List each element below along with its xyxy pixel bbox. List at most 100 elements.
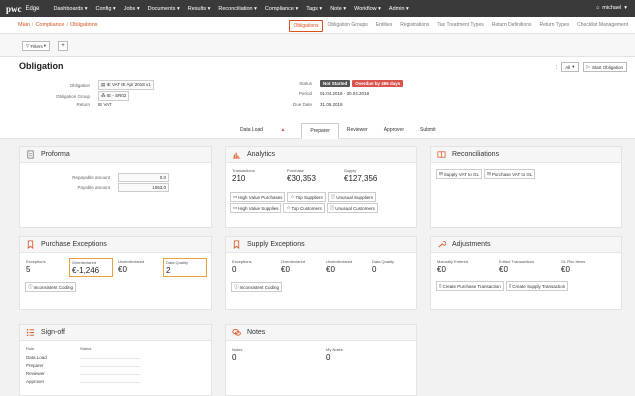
org-chart-icon[interactable]: ⫶ bbox=[556, 65, 557, 70]
create-purchase-transaction-button[interactable]: ▯ Create Purchase Transaction bbox=[436, 281, 504, 291]
breadcrumb-compliance[interactable]: Compliance bbox=[35, 22, 64, 28]
tab-data-load[interactable]: Data Load ▲ bbox=[224, 123, 301, 138]
purchase-overdeclared-stat[interactable]: Overdeclared €-1,246 bbox=[69, 258, 113, 277]
gl-rec-items-stat: GL Rec Items €0 bbox=[561, 259, 586, 274]
alert-icon: ⓘ bbox=[234, 284, 239, 289]
notes-stat[interactable]: Notes 0 bbox=[232, 347, 242, 362]
user-menu[interactable]: ⌂ michael ▾ bbox=[596, 5, 627, 11]
pwc-logo: pwc bbox=[6, 3, 22, 14]
play-icon: ▷ bbox=[586, 64, 590, 69]
signoff-role: Reviewer bbox=[26, 371, 45, 376]
create-supply-transaction-button[interactable]: ▯ Create Supply Transaction bbox=[505, 281, 569, 291]
subtab-return-types[interactable]: Return Types bbox=[536, 20, 572, 32]
analytics-title: Analytics bbox=[247, 151, 276, 158]
subtab-return-definitions[interactable]: Return Definitions bbox=[489, 20, 535, 32]
subtab-checklist-management[interactable]: Checklist Management bbox=[574, 20, 631, 32]
add-filter-button[interactable]: + bbox=[58, 41, 68, 51]
nav-config[interactable]: Config ▾ bbox=[95, 6, 115, 12]
repayable-input[interactable]: 0.0 bbox=[118, 173, 169, 182]
high-value-purchases-button[interactable]: ▭ High Value Purchases bbox=[230, 192, 286, 202]
nav-admin[interactable]: Admin ▾ bbox=[389, 6, 409, 12]
signoff-role: Preparer bbox=[26, 363, 44, 368]
nav-jobs[interactable]: Jobs ▾ bbox=[124, 6, 140, 12]
tab-approver[interactable]: Approver bbox=[376, 123, 412, 138]
subtab-tax-treatment-types[interactable]: Tax Treatment Types bbox=[434, 20, 486, 32]
analytics-card: Analytics Transactions 210 Purchase €30,35… bbox=[225, 146, 417, 228]
top-navbar: pwc Edge Dashboards ▾ Config ▾ Jobs ▾ Do… bbox=[0, 0, 635, 17]
unusual-suppliers-button[interactable]: ⓘ Unusual Suppliers bbox=[327, 192, 376, 202]
nav-dashboards[interactable]: Dashboards ▾ bbox=[54, 6, 88, 12]
subtab-entities[interactable]: Entities bbox=[373, 20, 395, 32]
due-date-field: Due Date 31.05.2018 bbox=[292, 102, 343, 107]
tab-preparer[interactable]: Preparer bbox=[301, 123, 339, 139]
notes-title: Notes bbox=[247, 329, 266, 336]
alert-icon: ⓘ bbox=[28, 284, 33, 289]
payable-input[interactable]: 1063.0 bbox=[118, 183, 169, 192]
nav-documents[interactable]: Documents ▾ bbox=[148, 6, 180, 12]
purchase-exceptions-header: Purchase Exceptions bbox=[20, 237, 211, 253]
all-dropdown[interactable]: All ▾ bbox=[561, 62, 579, 72]
username: michael bbox=[602, 5, 622, 11]
proforma-title: Proforma bbox=[41, 151, 70, 158]
chevron-down-icon: ▾ bbox=[624, 5, 627, 11]
breadcrumb: Main / Compliance / Obligations bbox=[18, 22, 98, 28]
top-customers-button[interactable]: ☆ Top Customers bbox=[283, 203, 325, 213]
main-nav: Dashboards ▾ Config ▾ Jobs ▾ Documents ▾… bbox=[54, 6, 409, 12]
obligation-group-value[interactable]: ⁂ IE - SR02 bbox=[98, 91, 130, 101]
unusual-customers-button[interactable]: ⓘ Unusual Customers bbox=[326, 203, 378, 213]
start-obligation-button[interactable]: ▷ Start Obligation bbox=[582, 62, 627, 72]
edited-transactions-stat: Edited Transactions €0 bbox=[499, 259, 535, 274]
supply-exceptions-header: Supply Exceptions bbox=[226, 237, 416, 253]
filters-button[interactable]: ▽ Filters ▾ bbox=[22, 41, 50, 51]
payable-field: Payable amount 1063.0 bbox=[50, 183, 169, 192]
star-icon: ☆ bbox=[286, 205, 291, 210]
reconciliations-title: Reconciliations bbox=[452, 151, 500, 158]
purchase-inconsistent-coding-button[interactable]: ⓘ Inconsistent Coding bbox=[25, 282, 77, 292]
book-icon bbox=[437, 151, 446, 158]
nav-compliance[interactable]: Compliance ▾ bbox=[265, 6, 298, 12]
card-icon: ▭ bbox=[233, 194, 238, 199]
adjustments-header: Adjustments bbox=[431, 237, 621, 253]
proforma-card: Proforma Repayable amount 0.0 Payable am… bbox=[19, 146, 212, 228]
compare-icon: ⊟ bbox=[487, 171, 491, 176]
transactions-stat: Transactions 210 bbox=[232, 168, 255, 183]
breadcrumb-main[interactable]: Main bbox=[18, 22, 30, 28]
high-value-supplies-button[interactable]: ▭ High Value Supplies bbox=[230, 203, 282, 213]
brand-logo[interactable]: pwc Edge bbox=[6, 4, 40, 14]
compliance-subtabs: Obligations Obligation Groups Entities R… bbox=[289, 20, 631, 32]
workflow-tabs: Data Load ▲ Preparer Reviewer Approver S… bbox=[224, 123, 444, 139]
nav-tags[interactable]: Tags ▾ bbox=[306, 6, 322, 12]
signoff-role: Approver bbox=[26, 379, 45, 384]
supply-stat: Supply €127,356 bbox=[344, 168, 378, 183]
filter-icon: ▽ bbox=[26, 43, 30, 48]
purchase-stat: Purchase €30,353 bbox=[287, 168, 316, 183]
supply-vat-to-gl-button[interactable]: ⊟ Supply VAT to GL bbox=[436, 169, 483, 179]
my-notes-stat[interactable]: My Notes 0 bbox=[326, 347, 343, 362]
supply-exceptions-title: Supply Exceptions bbox=[247, 241, 305, 248]
overdue-badge: Overdue by 486 days bbox=[352, 80, 404, 87]
checklist-icon bbox=[26, 329, 35, 336]
top-suppliers-button[interactable]: ☆ Top Suppliers bbox=[287, 192, 326, 202]
supply-inconsistent-coding-button[interactable]: ⓘ Inconsistent Coding bbox=[231, 282, 283, 292]
obligation-value[interactable]: ▤ IE VAT IE Apr 2018 v1 bbox=[98, 80, 154, 90]
document-icon: ▯ bbox=[439, 283, 442, 288]
alert-icon: ⓘ bbox=[330, 194, 336, 199]
obligation-field: Obligation ▤ IE VAT IE Apr 2018 v1 bbox=[40, 80, 154, 90]
nav-workflow[interactable]: Workflow ▾ bbox=[354, 6, 381, 12]
nav-note[interactable]: Note ▾ bbox=[330, 6, 346, 12]
adjustments-card: Adjustments Manually Entered €0 Edited Tr… bbox=[430, 236, 622, 310]
purchase-vat-to-gl-button[interactable]: ⊟ Purchase VAT to GL bbox=[484, 169, 536, 179]
nav-reconciliation[interactable]: Reconciliation ▾ bbox=[218, 6, 257, 12]
purchase-data-quality-stat[interactable]: Data Quality 2 bbox=[163, 258, 207, 277]
subtab-registrations[interactable]: Registrations bbox=[397, 20, 432, 32]
home-icon: ⌂ bbox=[595, 5, 600, 11]
subtab-obligations[interactable]: Obligations bbox=[289, 20, 323, 32]
tab-submit[interactable]: Submit bbox=[412, 123, 444, 138]
subtab-obligation-groups[interactable]: Obligation Groups bbox=[325, 20, 371, 32]
obligation-header: Obligation ⫶ All ▾ ▷ Start Obligation Obl… bbox=[0, 57, 635, 139]
nav-results[interactable]: Results ▾ bbox=[188, 6, 211, 12]
purchase-underdeclared-stat: Underdeclared €0 bbox=[118, 259, 145, 274]
card-icon: ▭ bbox=[233, 205, 238, 210]
tab-reviewer[interactable]: Reviewer bbox=[339, 123, 376, 138]
document-icon: ▯ bbox=[508, 283, 512, 288]
